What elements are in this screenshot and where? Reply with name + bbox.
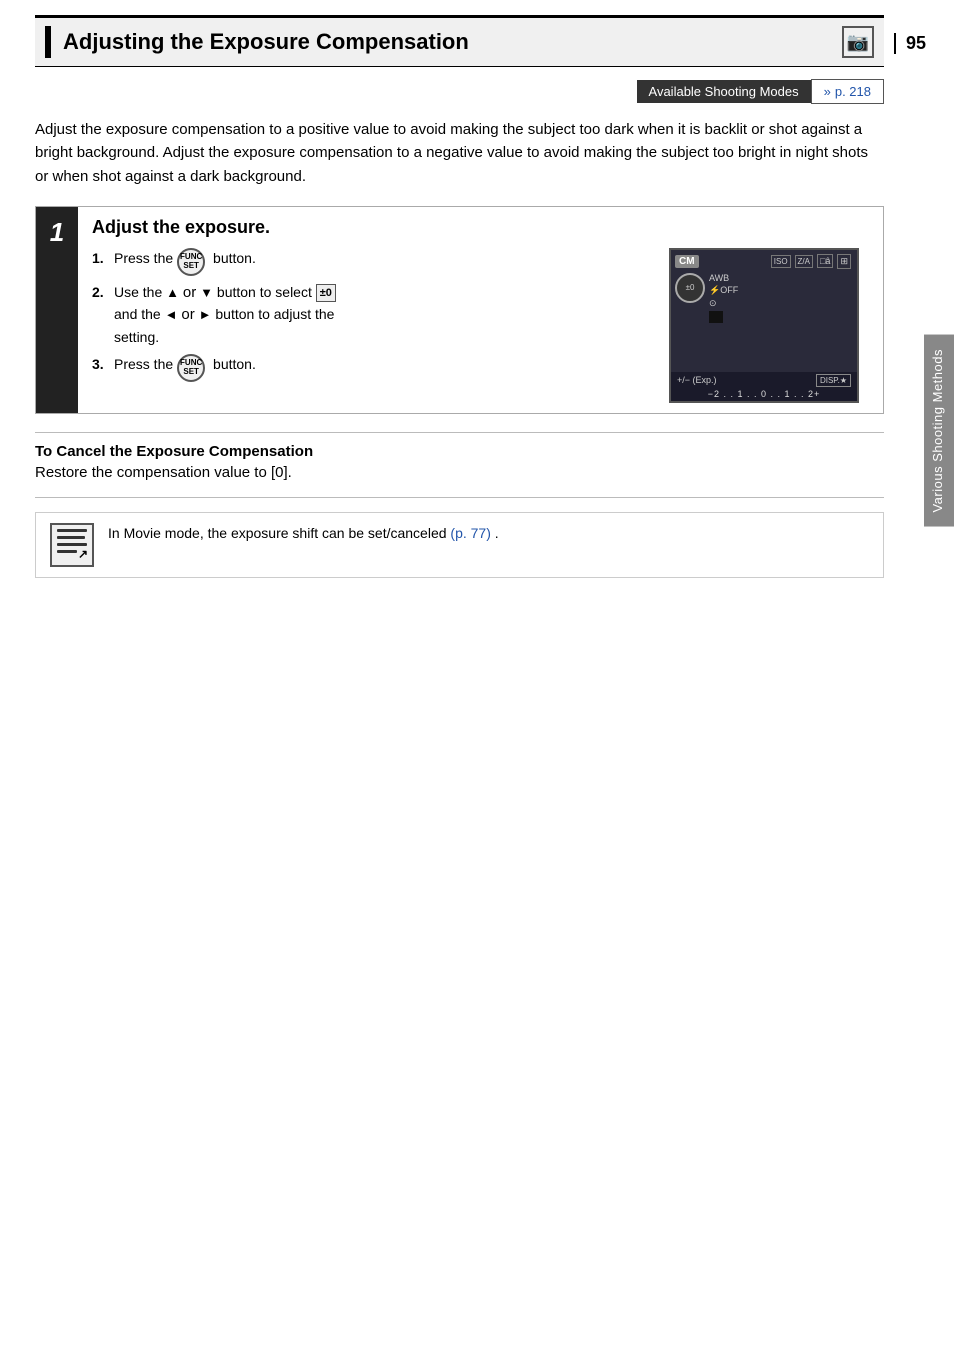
instructions-col: 1. Press the FUNCSET button. 2. Use the … <box>92 248 649 403</box>
divider-1 <box>35 432 884 433</box>
step-title: Adjust the exposure. <box>92 217 869 238</box>
cs-left-controls: ±0 <box>675 273 705 323</box>
cs-scale: −2 . . 1 . . 0 . . 1 . . 2+ <box>677 389 851 399</box>
note-icon: ↗ <box>50 523 94 567</box>
modes-bar: Available Shooting Modes » p. 218 <box>35 79 884 104</box>
cs-exp-row: +/− (Exp.) DISP.★ <box>677 374 851 387</box>
step-content: Adjust the exposure. 1. Press the FUNCSE… <box>78 207 883 413</box>
instruction-3: 3. Press the FUNCSET button. <box>92 354 649 382</box>
cancel-text: Restore the compensation value to [0]. <box>35 464 884 481</box>
cs-middle: ±0 AWB ⚡OFF ⊙ <box>671 271 857 325</box>
note-line-1 <box>57 529 87 532</box>
instr-num-3: 3. <box>92 354 110 382</box>
cs-bottom-row: +/− (Exp.) DISP.★ −2 . . 1 . . 0 . . 1 .… <box>671 372 857 401</box>
instruction-1: 1. Press the FUNCSET button. <box>92 248 649 276</box>
title-accent <box>45 26 51 58</box>
page-title: Adjusting the Exposure Compensation <box>63 29 832 55</box>
cs-awb: AWB <box>709 273 738 283</box>
cs-icons-right: ISO Z/A □â ⊞ <box>771 254 851 269</box>
step-box: 1 Adjust the exposure. 1. Press the FUNC… <box>35 206 884 414</box>
cs-grid-icon: ⊞ <box>837 254 851 269</box>
instr-text-1-before: Press the <box>114 248 173 276</box>
note-box: ↗ In Movie mode, the exposure shift can … <box>35 512 884 578</box>
step-row: 1. Press the FUNCSET button. 2. Use the … <box>92 248 869 403</box>
func-btn-1: FUNCSET <box>177 248 205 276</box>
instr-text-3-before: Press the <box>114 354 173 382</box>
cancel-title: To Cancel the Exposure Compensation <box>35 443 884 460</box>
instruction-2: 2. Use the ▲ or ▼ button to select ±0 an… <box>92 282 649 348</box>
cs-square-icon: □â <box>817 254 833 268</box>
divider-2 <box>35 497 884 498</box>
main-content: Adjusting the Exposure Compensation 📷 Av… <box>35 15 904 578</box>
cs-spot: ⊙ <box>709 298 738 309</box>
cs-exp-text: +/− (Exp.) <box>677 375 717 385</box>
cs-dial: ±0 <box>675 273 705 303</box>
cs-right-indicators: AWB ⚡OFF ⊙ <box>709 273 738 323</box>
intro-text: Adjust the exposure compensation to a po… <box>35 118 884 188</box>
modes-link-text[interactable]: p. 218 <box>835 84 871 99</box>
side-tab: Various Shooting Methods <box>924 335 954 527</box>
step-number: 1 <box>36 207 78 413</box>
instr-text-3-after: button. <box>209 354 256 382</box>
title-section: Adjusting the Exposure Compensation 📷 <box>35 15 884 67</box>
modes-label: Available Shooting Modes <box>637 80 811 103</box>
func-btn-3: FUNCSET <box>177 354 205 382</box>
camera-screen: CM ISO Z/A □â ⊞ ±0 <box>669 248 859 403</box>
note-link[interactable]: (p. 77) <box>450 525 490 541</box>
note-arrow-icon: ↗ <box>78 547 88 561</box>
note-text-before: In Movie mode, the exposure shift can be… <box>108 525 447 541</box>
cs-4off: ⚡OFF <box>709 285 738 296</box>
note-line-2 <box>57 536 85 539</box>
cancel-section: To Cancel the Exposure Compensation Rest… <box>35 443 884 481</box>
cs-za-icon: Z/A <box>795 255 813 268</box>
cs-iso-icon: ISO <box>771 255 791 268</box>
modes-arrow-icon: » <box>824 84 831 99</box>
cs-disp-btn: DISP.★ <box>816 374 851 387</box>
cs-cm-badge: CM <box>675 255 699 268</box>
page-number: 95 <box>894 33 926 54</box>
note-text: In Movie mode, the exposure shift can be… <box>108 523 499 545</box>
note-text-after: . <box>495 525 499 541</box>
note-line-3 <box>57 543 87 546</box>
cs-black-box <box>709 311 723 323</box>
modes-link[interactable]: » p. 218 <box>811 79 884 104</box>
camera-icon: 📷 <box>842 26 874 58</box>
cs-top-row: CM ISO Z/A □â ⊞ <box>671 250 857 271</box>
instr-num-2: 2. <box>92 282 110 348</box>
instr-text-1-after: button. <box>209 248 256 276</box>
camera-screen-col: CM ISO Z/A □â ⊞ ±0 <box>669 248 869 403</box>
note-line-4 <box>57 550 77 553</box>
instr-num-1: 1. <box>92 248 110 276</box>
instr-text-2: Use the ▲ or ▼ button to select ±0 and t… <box>114 282 336 348</box>
